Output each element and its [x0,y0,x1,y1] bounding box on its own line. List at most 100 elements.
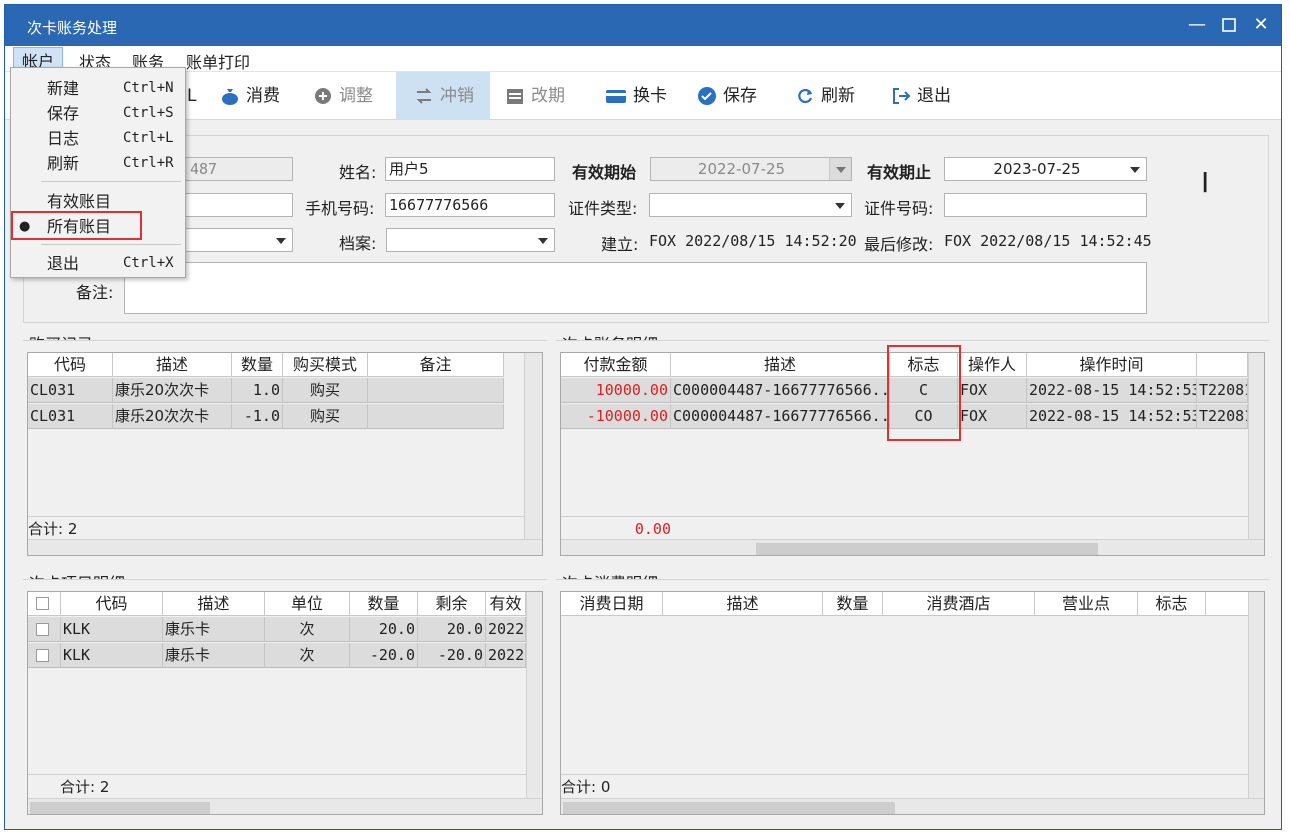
refresh-label: 刷新 [821,86,855,106]
id-number-field[interactable] [944,193,1147,217]
column-header[interactable]: 付款金额 [561,353,671,377]
table-cell: KLK [61,617,163,642]
menu-item-new[interactable]: 新建 Ctrl+N [11,76,185,101]
chevron-down-icon[interactable] [829,158,851,180]
table-row[interactable]: KLK 康乐卡 次 -20.0 -20.0 2022 [28,643,526,668]
column-header[interactable]: 数量 [232,353,283,377]
select-all-checkbox[interactable] [36,597,49,610]
adjust-button[interactable]: 调整 [313,72,373,120]
menu-item-exit[interactable]: 退出 Ctrl+X [11,251,185,276]
column-header[interactable]: 数量 [350,592,418,616]
horizontal-scrollbar[interactable] [561,798,1264,814]
mobile-field[interactable]: 16677776566 [385,193,555,217]
row-checkbox[interactable] [36,623,49,636]
menu-item-log[interactable]: 日志 Ctrl+L [11,126,185,151]
change-card-label: 换卡 [633,86,667,106]
refresh-button[interactable]: 刷新 [795,72,855,120]
select-all-header[interactable] [28,592,61,616]
exit-button[interactable]: 退出 [891,72,951,120]
table-row[interactable]: KLK 康乐卡 次 20.0 20.0 2022 [28,617,526,642]
consume-button[interactable]: 消费 [220,72,280,120]
valid-from-field[interactable]: 2022-07-25 [650,157,852,181]
table-cell: 康乐卡 [163,617,265,642]
id-type-field[interactable] [649,193,852,217]
column-header[interactable]: 操作人 [958,353,1027,377]
column-header[interactable]: 单位 [265,592,350,616]
valid-to-label: 有效期止 [867,163,932,182]
table-row[interactable]: CL031 康乐20次次卡 1.0 购买 [28,378,504,403]
maximize-icon[interactable] [1217,14,1241,36]
swap-arrows-icon [416,88,432,104]
chevron-down-icon[interactable] [833,194,847,216]
menu-item-save[interactable]: 保存 Ctrl+S [11,101,185,126]
table-cell: 2022 [486,643,526,668]
table-row[interactable]: -10000.00 C000004487-16677776566... CO F… [561,404,1248,429]
chevron-down-icon[interactable] [274,229,288,251]
scrollbar-thumb[interactable] [563,802,895,814]
remark-label: 备注: [76,283,114,302]
vertical-scrollbar[interactable] [526,592,542,798]
vertical-scrollbar[interactable] [524,353,542,539]
column-header[interactable]: 标志 [1138,592,1206,616]
table-row[interactable]: 10000.00 C000004487-16677776566... C FOX… [561,378,1248,403]
column-header[interactable]: 数量 [823,592,883,616]
column-header[interactable]: 购买模式 [283,353,368,377]
vertical-scrollbar[interactable] [1248,592,1264,798]
valid-to-field[interactable]: 2023-07-25 [944,157,1147,181]
menu-bill-print[interactable]: 账单打印 [186,49,250,73]
minimize-icon[interactable]: — [1185,14,1209,36]
menu-separator [41,244,181,245]
row-checkbox-cell[interactable] [28,617,61,642]
scrollbar-thumb[interactable] [30,802,210,814]
column-header[interactable]: 操作时间 [1027,353,1197,377]
table-cell: 康乐20次次卡 [113,404,232,429]
chevron-down-icon[interactable] [536,229,550,251]
close-icon[interactable]: ✕ [1249,14,1273,36]
reverse-button[interactable]: 冲销 [396,72,490,120]
name-field[interactable]: 用户5 [385,157,555,181]
column-header[interactable]: 营业点 [1035,592,1138,616]
table-cell: KLK [61,643,163,668]
column-header[interactable]: 剩余 [418,592,486,616]
extend-button[interactable]: 改期 [505,72,565,120]
column-header[interactable]: 描述 [671,353,890,377]
consumption-total: 合计: 0 [561,774,1248,798]
card-items-table: 代码 描述 单位 数量 剩余 有效 KLK 康乐卡 次 20.0 20.0 20… [27,591,543,815]
table-row[interactable]: CL031 康乐20次次卡 -1.0 购买 [28,404,504,429]
menu-item-all-accounts[interactable]: ● 所有账目 [11,214,185,239]
horizontal-scrollbar[interactable] [28,539,542,555]
check-circle-icon [698,87,716,105]
column-header[interactable]: 消费酒店 [883,592,1035,616]
menu-item-refresh[interactable]: 刷新 Ctrl+R [11,151,185,176]
purchase-table: 代码 描述 数量 购买模式 备注 CL031 康乐20次次卡 1.0 购买 CL… [27,352,543,556]
horizontal-scrollbar[interactable] [28,798,542,814]
ledger-total-row: 0.00 [561,516,1248,540]
row-checkbox[interactable] [36,649,49,662]
column-header[interactable]: 备注 [368,353,504,377]
column-header[interactable]: 有效 [486,592,526,616]
column-header[interactable]: 描述 [163,592,265,616]
column-header[interactable]: 代码 [61,592,163,616]
profile-select[interactable] [386,228,555,252]
title-bar: 次卡账务处理 — ✕ [5,5,1281,46]
column-header[interactable] [1197,353,1248,377]
chevron-down-icon[interactable] [1128,158,1142,180]
column-header[interactable]: 标志 [890,353,958,377]
column-header[interactable]: 消费日期 [561,592,663,616]
column-header[interactable]: 描述 [113,353,232,377]
menu-bar: 帐户 状态 账务 账单打印 [5,46,1281,72]
side-mark: I [1201,166,1210,199]
vertical-scrollbar[interactable] [1248,353,1264,539]
id-number-label: 证件号码: [864,199,934,218]
toolbar-partial-label: L [187,86,197,106]
table-cell: 次 [265,643,350,668]
horizontal-scrollbar[interactable] [561,539,1264,555]
row-checkbox-cell[interactable] [28,643,61,668]
column-header[interactable]: 代码 [28,353,113,377]
column-header[interactable]: 描述 [663,592,823,616]
change-card-button[interactable]: 换卡 [605,72,667,120]
save-button[interactable]: 保存 [697,72,757,120]
menu-item-valid-accounts[interactable]: 有效账目 [11,189,185,214]
scrollbar-thumb[interactable] [756,543,1098,555]
remark-field[interactable] [124,262,1147,314]
